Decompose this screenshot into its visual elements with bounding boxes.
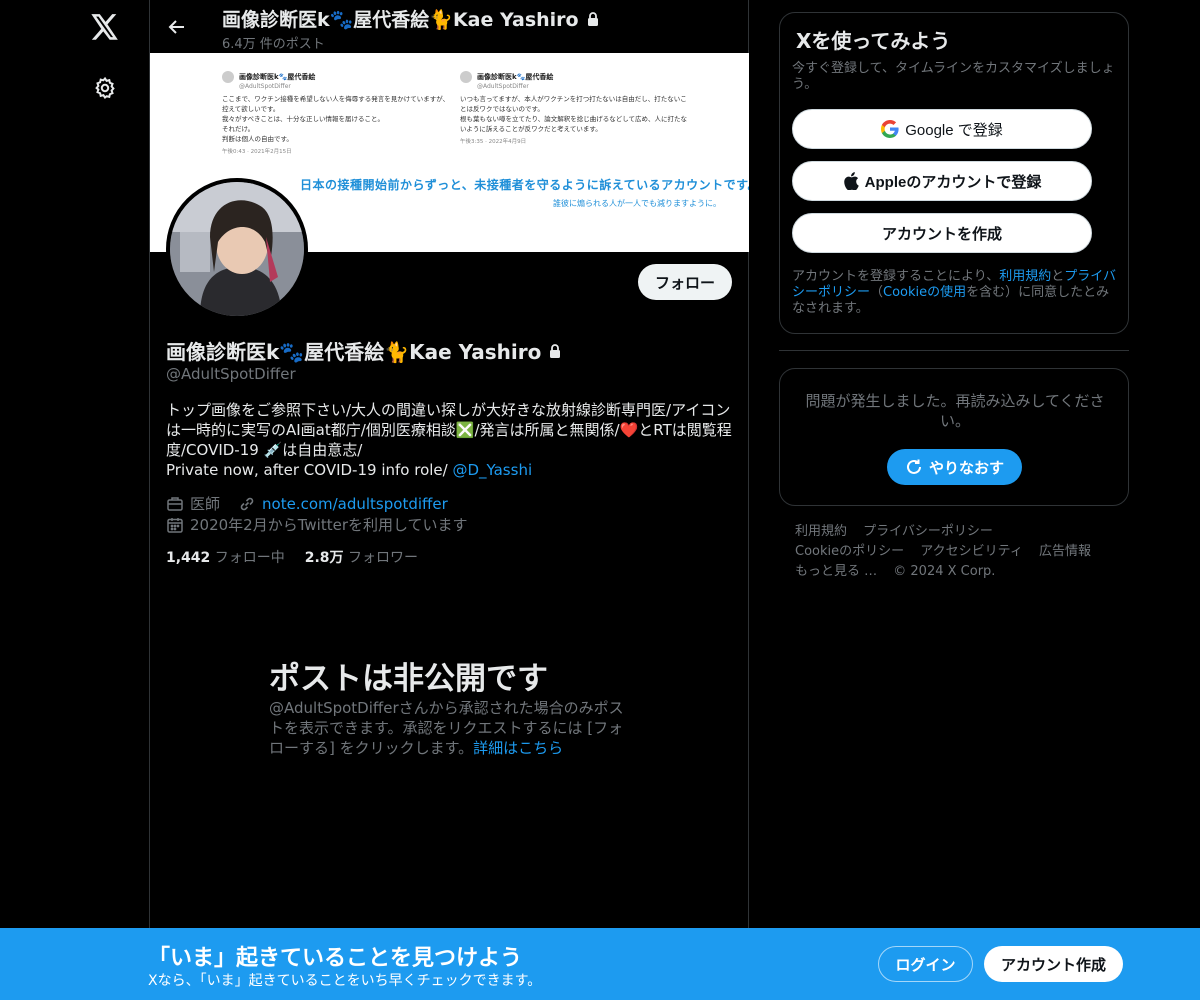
terms-link[interactable]: 利用規約 [999, 269, 1051, 284]
website-link[interactable]: note.com/adultspotdiffer [262, 495, 448, 513]
followers-label: フォロワー [348, 550, 419, 566]
header-name: 画像診断医k🐾屋代香絵🐈Kae Yashiro [222, 9, 579, 31]
apple-button-label: Appleのアカウントで登録 [864, 173, 1042, 191]
google-button-label: Google で登録 [905, 121, 1003, 139]
lock-icon [550, 343, 561, 358]
profile-display-name: 画像診断医k🐾屋代香絵🐈Kae Yashiro [166, 340, 542, 364]
bottom-signup-bar: 「いま」起きていることを見つけよう Xなら、「いま」起きていることをいち早くチェ… [0, 928, 1200, 1000]
x-logo-icon[interactable] [88, 8, 122, 46]
left-nav [0, 0, 150, 1000]
banner-subline: 誰彼に煽られる人が一人でも減りますように。 [553, 199, 721, 208]
private-notice-description: @AdultSpotDifferさんから承認された場合のみポストを表示できます。… [269, 698, 629, 758]
followers-count: 2.8万 [304, 550, 344, 566]
back-arrow-icon[interactable] [162, 12, 192, 42]
header-title: 画像診断医k🐾屋代香絵🐈Kae Yashiro [222, 5, 601, 32]
profile-avatar[interactable] [166, 178, 308, 320]
footer-links: 利用規約 プライバシーポリシー Cookieのポリシー アクセシビリティ 広告情… [795, 522, 1115, 582]
briefcase-icon [167, 496, 183, 511]
error-panel: 問題が発生しました。再読み込みしてください。 やりなおす [779, 368, 1129, 506]
bio-mention-link[interactable]: @D_Yasshi [452, 461, 532, 479]
google-signup-button[interactable]: Google で登録 [792, 109, 1092, 149]
follow-button[interactable]: フォロー [638, 264, 732, 300]
footer-link[interactable]: 利用規約 [795, 524, 847, 539]
profile-handle: @AdultSpotDiffer [166, 365, 296, 383]
calendar-icon [167, 517, 183, 533]
following-stat[interactable]: 1,442 フォロー中 [166, 547, 285, 567]
bottom-bar-title: 「いま」起きていることを見つけよう [148, 946, 523, 971]
following-count: 1,442 [166, 550, 211, 566]
signup-legal-text: アカウントを登録することにより、利用規約とプライバシーポリシー（Cookieの使… [792, 269, 1120, 317]
refresh-icon [907, 459, 921, 474]
occupation: 医師 [190, 495, 221, 513]
retry-button[interactable]: やりなおす [887, 449, 1022, 485]
profile-joined-row: 2020年2月からTwitterを利用しています [166, 514, 468, 535]
create-account-label: アカウントを作成 [881, 225, 1002, 243]
card-name: 画像診断医k🐾屋代香絵 [477, 73, 554, 81]
card-text: いつも言ってますが、本人がワクチンを打つ打たないは自由だし、打たないことは反ワク… [460, 95, 688, 133]
legal-and: と [1051, 269, 1065, 284]
card-date: 午後3:35 · 2022年4月9日 [460, 139, 527, 145]
bio-text: トップ画像をご参照下さい/大人の間違い探しが大好きな放射線診断専門医/アイコンは… [166, 401, 732, 479]
retry-label: やりなおす [928, 459, 1004, 477]
cookie-link[interactable]: Cookieの使用 [883, 285, 966, 300]
link-icon [240, 497, 254, 510]
footer-link[interactable]: もっと見る … [795, 564, 877, 579]
lock-icon [588, 12, 599, 26]
profile-meta-row: 医師 note.com/adultspotdiffer [166, 493, 448, 514]
private-notice-text: @AdultSpotDifferさんから承認された場合のみポストを表示できます。… [269, 699, 624, 757]
joined-date: 2020年2月からTwitterを利用しています [190, 516, 468, 534]
profile-bio: トップ画像をご参照下さい/大人の間違い探しが大好きな放射線診断専門医/アイコンは… [166, 400, 736, 480]
learn-more-link[interactable]: 詳細はこちら [473, 739, 563, 757]
apple-icon [843, 172, 859, 190]
banner-tweet-card-1: 画像診断医k🐾屋代香絵 @AdultSpotDiffer ここまで、ワクチン接種… [222, 71, 452, 155]
profile-name: 画像診断医k🐾屋代香絵🐈Kae Yashiro [166, 336, 563, 365]
app-root: 画像診断医k🐾屋代香絵🐈Kae Yashiro 6.4万 件のポスト 画像診断医… [0, 0, 1200, 1000]
create-account-button[interactable]: アカウントを作成 [792, 213, 1092, 253]
footer-link[interactable]: 広告情報 [1039, 544, 1091, 559]
legal-mid: （ [870, 285, 884, 300]
card-text: ここまで、ワクチン接種を希望しない人を侮辱する発言を見かけていますが、控えて欲し… [222, 95, 450, 143]
following-label: フォロー中 [214, 550, 285, 566]
card-date: 午後0:43 · 2021年2月15日 [222, 149, 292, 155]
avatar [460, 71, 472, 83]
signup-subtitle: 今すぐ登録して、タイムラインをカスタマイズしましょう。 [792, 61, 1115, 92]
followers-stat[interactable]: 2.8万 フォロワー [305, 547, 418, 567]
google-icon [881, 120, 899, 138]
profile-header: 画像診断医k🐾屋代香絵🐈Kae Yashiro 6.4万 件のポスト [150, 0, 749, 53]
card-handle: @AdultSpotDiffer [477, 83, 529, 90]
bottom-signup-button[interactable]: アカウント作成 [984, 946, 1123, 982]
footer-copyright: © 2024 X Corp. [893, 564, 996, 579]
footer-link[interactable]: プライバシーポリシー [863, 524, 993, 539]
footer-link[interactable]: アクセシビリティ [920, 544, 1023, 559]
card-handle: @AdultSpotDiffer [239, 83, 291, 90]
avatar [222, 71, 234, 83]
right-divider [779, 350, 1129, 351]
private-notice-title: ポストは非公開です [269, 661, 548, 697]
banner-headline: 日本の接種開始前からずっと、未接種者を守るように訴えているアカウントです。 [300, 178, 749, 192]
bottom-bar-subtitle: Xなら、「いま」起きていることをいち早くチェックできます。 [148, 973, 542, 989]
error-message: 問題が発生しました。再読み込みしてください。 [805, 392, 1105, 430]
profile-column: 画像診断医k🐾屋代香絵🐈Kae Yashiro 6.4万 件のポスト 画像診断医… [150, 0, 749, 1000]
footer-link[interactable]: Cookieのポリシー [795, 544, 904, 559]
login-button[interactable]: ログイン [878, 946, 973, 982]
settings-gear-icon[interactable] [90, 73, 120, 103]
apple-signup-button[interactable]: Appleのアカウントで登録 [792, 161, 1092, 201]
card-name: 画像診断医k🐾屋代香絵 [239, 73, 316, 81]
signup-panel: Xを使ってみよう 今すぐ登録して、タイムラインをカスタマイズしましょう。 Goo… [779, 12, 1129, 334]
legal-prefix: アカウントを登録することにより、 [792, 269, 1000, 284]
post-count: 6.4万 件のポスト [222, 37, 325, 52]
signup-title: Xを使ってみよう [796, 29, 951, 53]
banner-tweet-card-2: 画像診断医k🐾屋代香絵 @AdultSpotDiffer いつも言ってますが、本… [460, 71, 690, 145]
follow-stats: 1,442 フォロー中 2.8万 フォロワー [166, 547, 418, 567]
